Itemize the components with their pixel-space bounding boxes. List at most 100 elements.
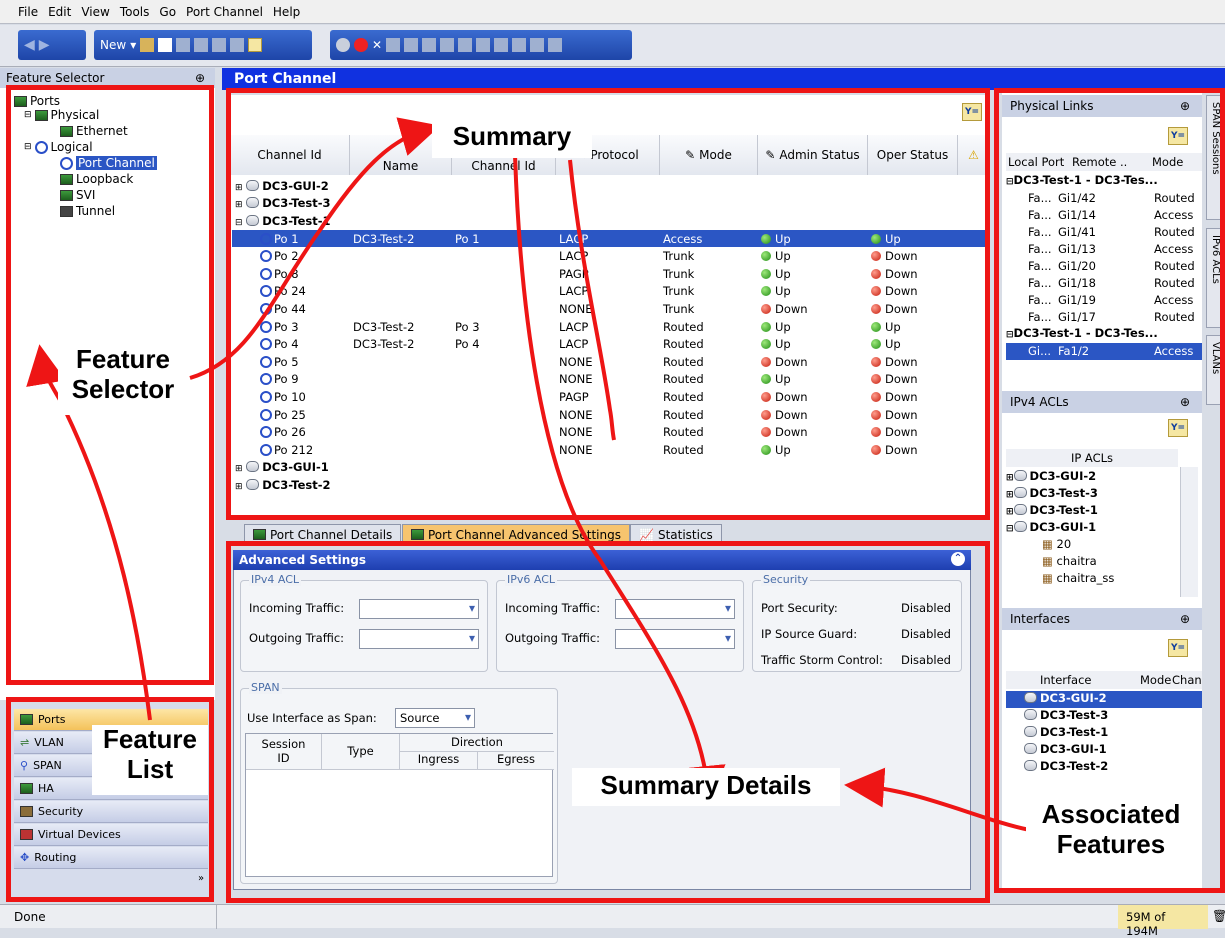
physical-link-row[interactable]: Fa... Gi1/17 Routed xyxy=(1006,309,1202,326)
dropdown-arrow-icon[interactable]: ▾ xyxy=(130,38,136,52)
expand-icon[interactable]: ⊞ xyxy=(1006,507,1014,517)
col-session-id[interactable]: Session ID xyxy=(246,734,322,770)
physical-link-row[interactable]: Fa... Gi1/14 Access xyxy=(1006,207,1202,224)
physical-link-row[interactable]: Fa... Gi1/20 Routed xyxy=(1006,258,1202,275)
table-row[interactable]: Po 26 NONE Routed Down Down xyxy=(232,423,988,441)
table-row[interactable]: Po 4 DC3-Test-2 Po 4 LACP Routed Up Up xyxy=(232,335,988,353)
col-ip-acls[interactable]: IP ACLs xyxy=(1006,449,1178,467)
save-icon[interactable] xyxy=(158,38,173,52)
ipv4-outgoing-select[interactable] xyxy=(359,629,479,649)
acl-group[interactable]: ⊟ DC3-GUI-1 xyxy=(1006,520,1178,537)
table-row[interactable]: Po 24 LACP Trunk Up Down xyxy=(232,283,988,301)
tool-icon-1[interactable] xyxy=(386,38,401,52)
table-row[interactable]: Po 2 LACP Trunk Up Down xyxy=(232,247,988,265)
tree-item-loopback[interactable]: Loopback xyxy=(60,172,133,186)
menu-help[interactable]: Help xyxy=(273,5,300,19)
table-row[interactable]: Po 8 PAGP Trunk Up Down xyxy=(232,265,988,283)
interface-item[interactable]: DC3-Test-3 xyxy=(1006,708,1202,725)
ipv4-acls-filter-button[interactable]: Y= xyxy=(1168,419,1188,437)
col-local-port[interactable]: Local Port xyxy=(1008,155,1064,169)
col-remote[interactable]: Remote .. xyxy=(1072,155,1127,169)
tool-icon-3[interactable] xyxy=(422,38,437,52)
expand-icon[interactable]: ⊞ xyxy=(235,482,243,492)
menu-view[interactable]: View xyxy=(81,5,109,19)
tree-item-logical[interactable]: ⊟ Logical xyxy=(24,140,93,154)
table-row[interactable]: Po 212 NONE Routed Up Down xyxy=(232,441,988,459)
find-icon[interactable] xyxy=(194,38,209,52)
tree-item-port-channel[interactable]: Port Channel xyxy=(60,156,157,170)
tab-vlans[interactable]: VLANs xyxy=(1206,335,1225,405)
menu-file[interactable]: File xyxy=(18,5,38,19)
table-row[interactable]: Po 9 NONE Routed Up Down xyxy=(232,371,988,389)
table-row[interactable]: Po 25 NONE Routed Down Down xyxy=(232,406,988,424)
interface-item[interactable]: DC3-Test-1 xyxy=(1006,725,1202,742)
collapse-icon[interactable]: ⊟ xyxy=(24,110,32,120)
col-egress[interactable]: Egress xyxy=(478,752,554,770)
ipv6-outgoing-select[interactable] xyxy=(615,629,735,649)
tab-ipv6-acls[interactable]: IPv6 ACLs xyxy=(1206,228,1225,328)
col-mode[interactable]: Mode xyxy=(1152,155,1183,169)
grid-icon[interactable] xyxy=(176,38,191,52)
col-mode[interactable]: Mode xyxy=(1140,673,1171,687)
back-icon[interactable]: ◀ xyxy=(24,37,35,53)
table-row[interactable]: Po 1 DC3-Test-2 Po 1 LACP Access Up Up xyxy=(232,229,988,248)
tree-item-ports[interactable]: Ports xyxy=(14,94,60,108)
menu-tools[interactable]: Tools xyxy=(120,5,150,19)
group-row[interactable]: ⊞ DC3-Test-3 xyxy=(232,195,988,213)
tree-item-svi[interactable]: SVI xyxy=(60,188,95,202)
tool-icon-9[interactable] xyxy=(530,38,545,52)
expand-icon[interactable]: ⊞ xyxy=(235,183,243,193)
pin-icon[interactable]: ⊕ xyxy=(1180,99,1190,113)
tool-icon-8[interactable] xyxy=(512,38,527,52)
delete-icon[interactable]: ✕ xyxy=(372,38,382,52)
collapse-icon[interactable]: ⊟ xyxy=(1006,330,1014,340)
table-row[interactable]: Po 10 PAGP Routed Down Down xyxy=(232,388,988,406)
trash-icon[interactable]: 🗑 xyxy=(1212,909,1225,923)
connect-icon[interactable] xyxy=(336,38,350,52)
expand-icon[interactable]: ⊞ xyxy=(1006,490,1014,500)
col-channel-id[interactable]: Channel Id xyxy=(230,135,350,175)
acl-group[interactable]: ⊞ DC3-GUI-2 xyxy=(1006,469,1178,486)
tool-icon-6[interactable] xyxy=(476,38,491,52)
ipv4-acls-scrollbar[interactable] xyxy=(1180,467,1198,597)
collapse-up-icon[interactable]: ⌃ xyxy=(951,552,965,566)
physical-link-row[interactable]: Fa... Gi1/18 Routed xyxy=(1006,275,1202,292)
collapse-icon[interactable]: ⊟ xyxy=(1006,177,1014,187)
table-row[interactable]: Po 3 DC3-Test-2 Po 3 LACP Routed Up Up xyxy=(232,318,988,336)
tool-icon-10[interactable] xyxy=(548,38,563,52)
menu-port-channel[interactable]: Port Channel xyxy=(186,5,263,19)
col-chan[interactable]: Chan xyxy=(1172,673,1202,687)
feature-security[interactable]: Security xyxy=(14,801,208,823)
group-row[interactable]: ⊞ DC3-Test-2 xyxy=(232,476,988,494)
physical-link-row[interactable]: Fa... Gi1/13 Access xyxy=(1006,241,1202,258)
feature-routing[interactable]: ✥ Routing xyxy=(14,847,208,869)
col-type[interactable]: Type xyxy=(322,734,400,770)
expand-icon[interactable]: ⊞ xyxy=(1006,473,1014,483)
ipv6-incoming-select[interactable] xyxy=(615,599,735,619)
open-folder-icon[interactable] xyxy=(140,38,155,52)
menu-go[interactable]: Go xyxy=(159,5,176,19)
tool-icon-5[interactable] xyxy=(458,38,473,52)
physical-link-row[interactable]: Fa... Gi1/19 Access xyxy=(1006,292,1202,309)
collapse-icon[interactable]: ⊟ xyxy=(24,142,32,152)
pin-icon[interactable]: ⊕ xyxy=(1180,612,1190,626)
col-ingress[interactable]: Ingress xyxy=(400,752,478,770)
col-interface[interactable]: Interface xyxy=(1040,673,1092,687)
interface-item[interactable]: DC3-Test-2 xyxy=(1006,759,1202,776)
tab-port-channel-details[interactable]: Port Channel Details xyxy=(244,524,402,544)
forward-icon[interactable]: ▶ xyxy=(39,37,50,53)
settings-icon[interactable] xyxy=(212,38,227,52)
table-row[interactable]: Po 5 NONE Routed Down Down xyxy=(232,353,988,371)
tool-icon-4[interactable] xyxy=(440,38,455,52)
more-chevron-icon[interactable]: » xyxy=(198,873,204,884)
interface-item[interactable]: DC3-GUI-2 xyxy=(1006,691,1202,708)
feature-virtual-devices[interactable]: Virtual Devices xyxy=(14,824,208,846)
acl-item[interactable]: ▦ chaitra_ss xyxy=(1006,571,1178,588)
menu-edit[interactable]: Edit xyxy=(48,5,71,19)
col-mode[interactable]: ✎ Mode xyxy=(660,135,758,175)
tree-item-physical[interactable]: ⊟ Physical xyxy=(24,108,99,122)
tool-icon-7[interactable] xyxy=(494,38,509,52)
collapse-icon[interactable]: ⊟ xyxy=(235,218,243,228)
tool-icon-2[interactable] xyxy=(404,38,419,52)
physical-link-group[interactable]: ⊟DC3-Test-1 - DC3-Tes... xyxy=(1006,326,1202,343)
